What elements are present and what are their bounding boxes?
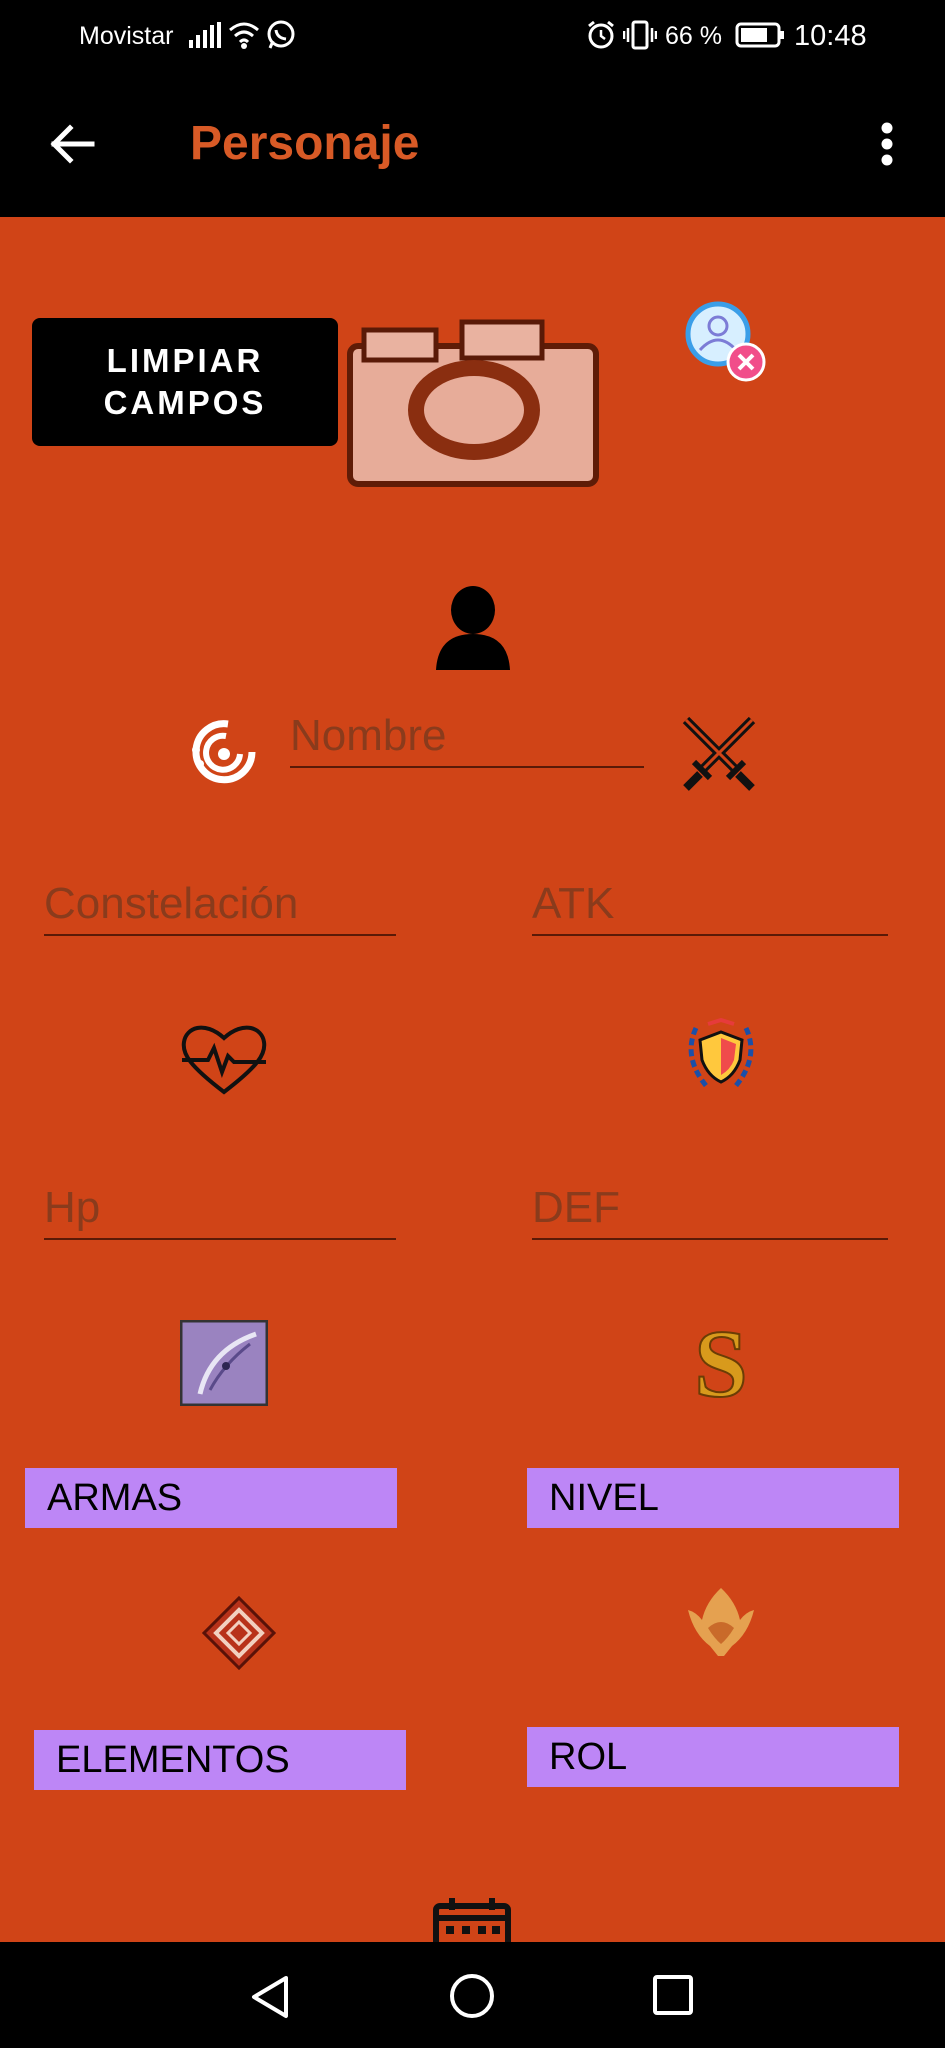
level-s-icon: S (693, 1318, 748, 1408)
level-selector[interactable]: NIVEL (527, 1468, 899, 1528)
wifi-icon (229, 22, 259, 49)
whatsapp-icon (267, 20, 295, 49)
calendar-icon[interactable] (432, 1896, 512, 1942)
person-icon (436, 586, 510, 670)
battery-icon (735, 22, 784, 48)
weapon-bow-image (180, 1320, 268, 1406)
app-bar (0, 72, 945, 217)
crossed-swords-icon (682, 716, 756, 791)
name-field[interactable] (290, 706, 644, 768)
nav-back-icon[interactable] (248, 1974, 292, 2020)
carrier-label: Movistar (79, 22, 174, 50)
constellation-field[interactable] (44, 874, 396, 936)
role-icon (688, 1588, 754, 1656)
camera-icon[interactable] (342, 318, 604, 490)
svg-text:S: S (694, 1318, 747, 1408)
remove-user-icon[interactable] (684, 300, 770, 386)
more-vert-icon[interactable] (876, 120, 898, 170)
alarm-icon (588, 20, 614, 49)
constellation-input[interactable] (44, 874, 396, 934)
heart-rate-icon (181, 1025, 267, 1095)
vibrate-icon (623, 20, 657, 50)
clear-fields-button[interactable]: LIMPIAR CAMPOS (32, 318, 338, 446)
def-input[interactable] (532, 1178, 888, 1238)
nav-home-icon[interactable] (448, 1972, 496, 2020)
battery-percent: 66 % (665, 22, 722, 50)
status-bar: Movistar 66 % 10:48 (0, 0, 945, 72)
arrow-back-icon[interactable] (48, 124, 98, 164)
def-field[interactable] (532, 1178, 888, 1240)
pyro-element-icon (202, 1596, 276, 1670)
clock: 10:48 (794, 20, 867, 52)
system-navigation-bar (0, 1942, 945, 2048)
elements-selector[interactable]: ELEMENTOS (34, 1730, 406, 1790)
weapons-selector[interactable]: ARMAS (25, 1468, 397, 1528)
signal-icon (189, 22, 221, 48)
atk-field[interactable] (532, 874, 888, 936)
nav-recents-icon[interactable] (652, 1974, 694, 2016)
role-selector[interactable]: ROL (527, 1727, 899, 1787)
shield-laurel-icon (688, 1018, 754, 1090)
name-input[interactable] (290, 706, 644, 766)
hp-input[interactable] (44, 1178, 396, 1238)
anemo-element-icon (192, 720, 256, 784)
atk-input[interactable] (532, 874, 888, 934)
page-title: Personaje (190, 117, 420, 170)
hp-field[interactable] (44, 1178, 396, 1240)
